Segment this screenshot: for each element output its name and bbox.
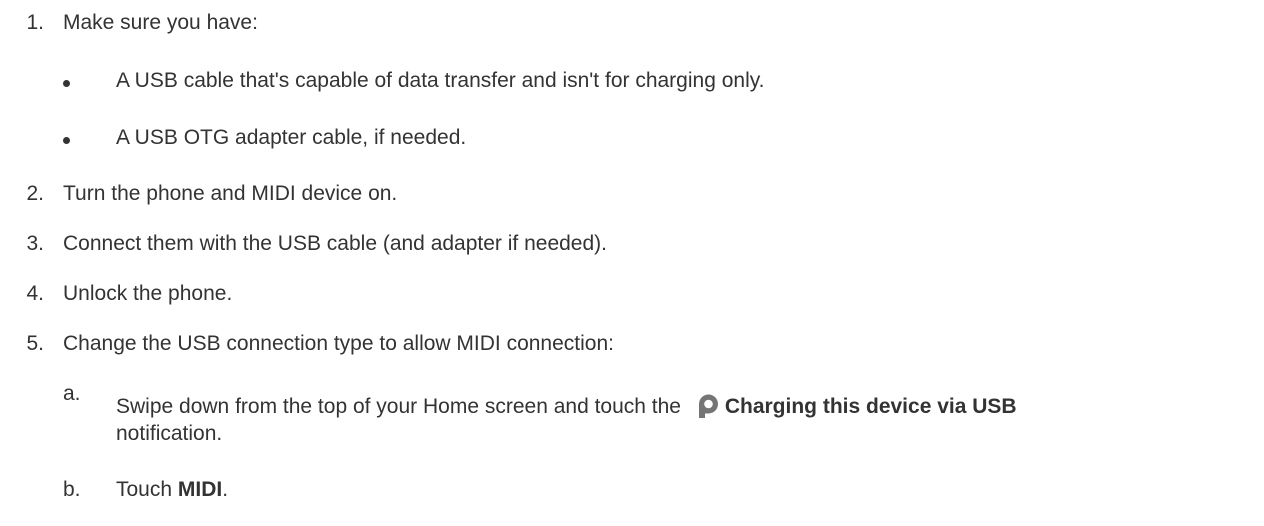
bullet-dot — [63, 137, 70, 144]
substep-letter: b. — [63, 478, 81, 501]
step-number: 1. — [26, 11, 44, 34]
substep-text-after: notification. — [116, 422, 223, 445]
bullet-dot — [63, 80, 70, 87]
step-text: Connect them with the USB cable (and ada… — [63, 232, 607, 255]
substep-text-before: Swipe down from the top of your Home scr… — [116, 395, 681, 418]
step-text: Unlock the phone. — [63, 282, 233, 305]
substep-letter: a. — [63, 382, 81, 405]
step-number: 5. — [26, 332, 44, 355]
substep-text-before: Touch — [116, 478, 173, 501]
pixel-p-icon — [698, 394, 718, 418]
bullet-text: A USB cable that's capable of data trans… — [116, 69, 765, 92]
substep-text: Touch MIDI. — [116, 477, 228, 503]
step-text: Change the USB connection type to allow … — [63, 332, 614, 355]
menu-option-name: MIDI — [177, 478, 223, 501]
substep-text-after: . — [222, 478, 229, 501]
step-number: 2. — [26, 182, 44, 205]
notification-name: Charging this device via USB — [724, 395, 1017, 418]
bullet-text: A USB OTG adapter cable, if needed. — [116, 126, 467, 149]
step-number: 3. — [26, 232, 44, 255]
substep-text: Swipe down from the top of your Home scr… — [116, 389, 1017, 421]
step-text: Make sure you have: — [63, 11, 258, 34]
step-number: 4. — [26, 282, 44, 305]
step-text: Turn the phone and MIDI device on. — [63, 182, 398, 205]
